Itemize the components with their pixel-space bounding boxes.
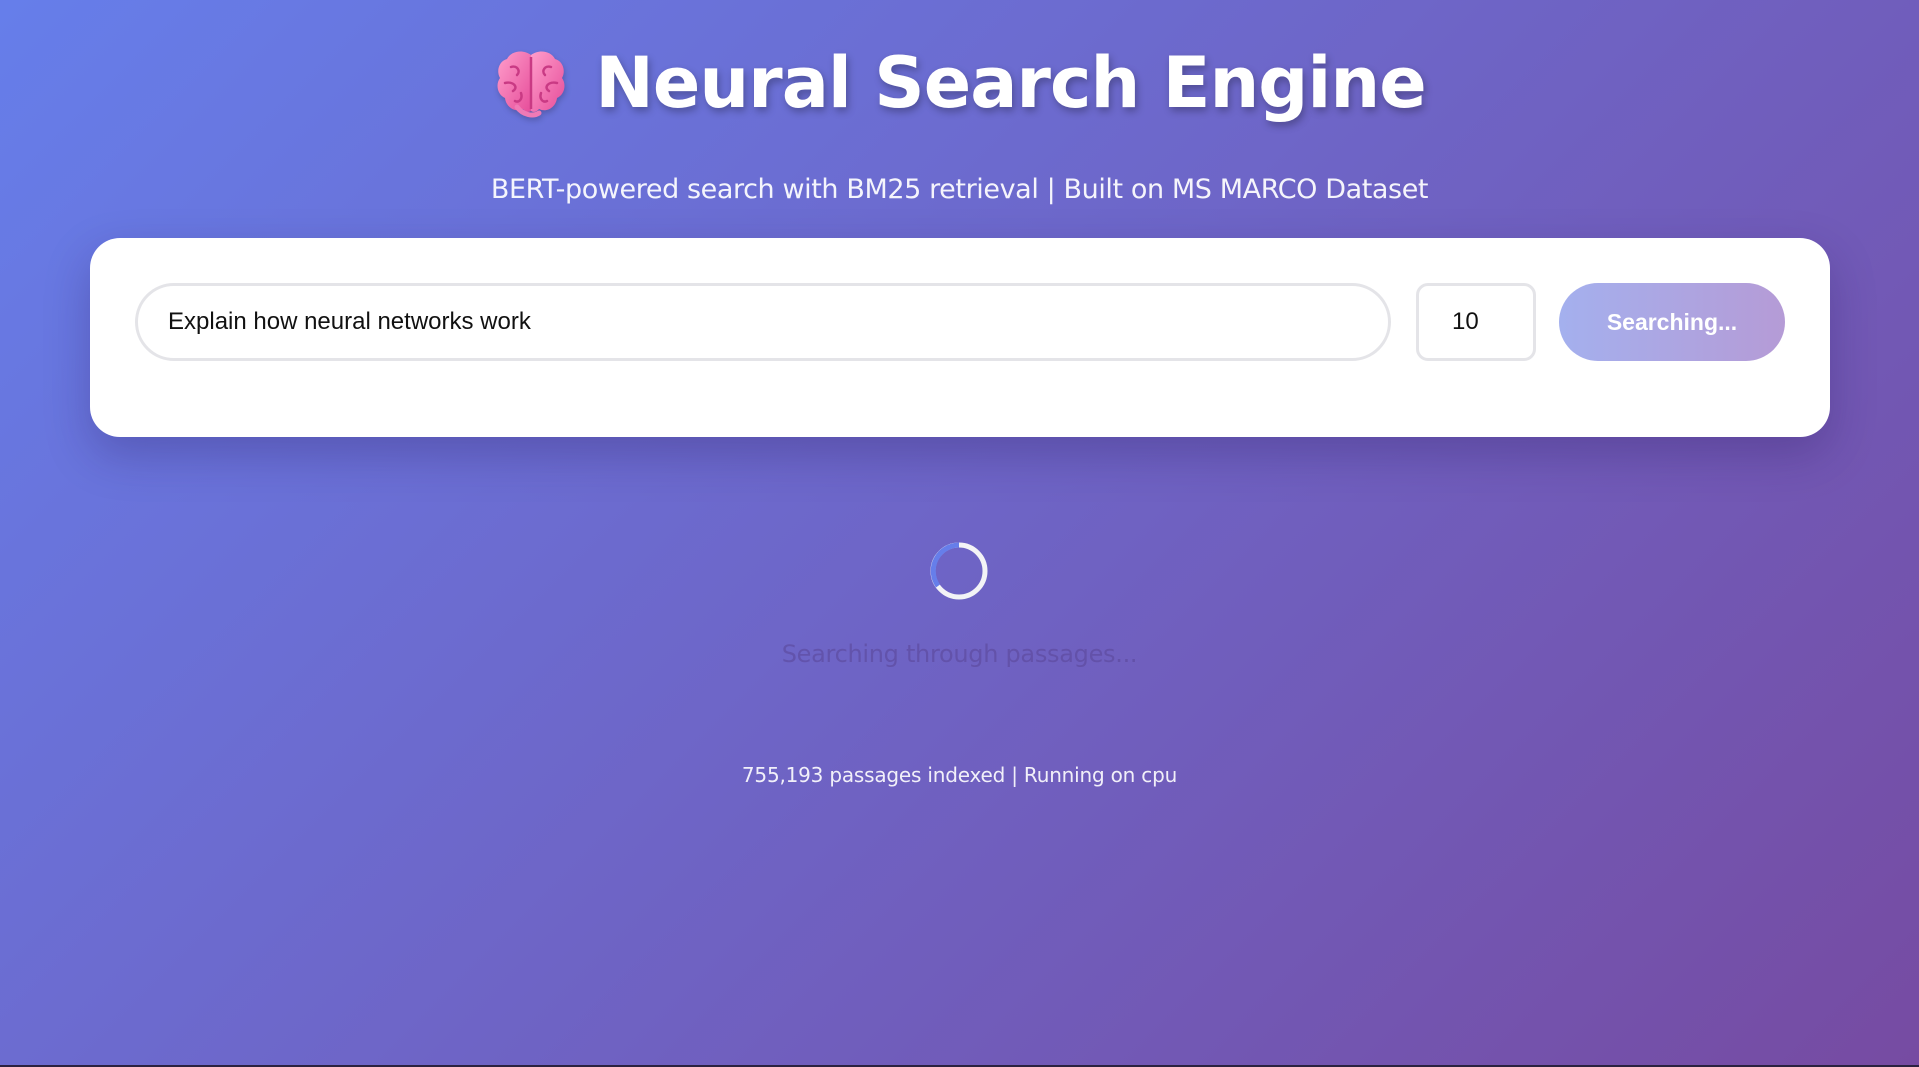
header: Neural Search Engine BERT-powered search… xyxy=(0,38,1919,205)
page-subtitle: BERT-powered search with BM25 retrieval … xyxy=(490,174,1429,205)
title-text: Neural Search Engine xyxy=(595,42,1426,124)
spinner-icon xyxy=(929,541,989,601)
index-stats: 755,193 passages indexed | Running on cp… xyxy=(741,763,1178,787)
search-input[interactable] xyxy=(135,283,1391,361)
page-title: Neural Search Engine xyxy=(493,38,1427,128)
search-card: Searching... xyxy=(90,238,1830,437)
brain-icon xyxy=(493,45,569,121)
page-background: Neural Search Engine BERT-powered search… xyxy=(0,0,1919,1065)
loading-text: Searching through passages... xyxy=(781,640,1138,668)
search-button[interactable]: Searching... xyxy=(1559,283,1785,361)
result-count-input[interactable] xyxy=(1416,283,1536,361)
